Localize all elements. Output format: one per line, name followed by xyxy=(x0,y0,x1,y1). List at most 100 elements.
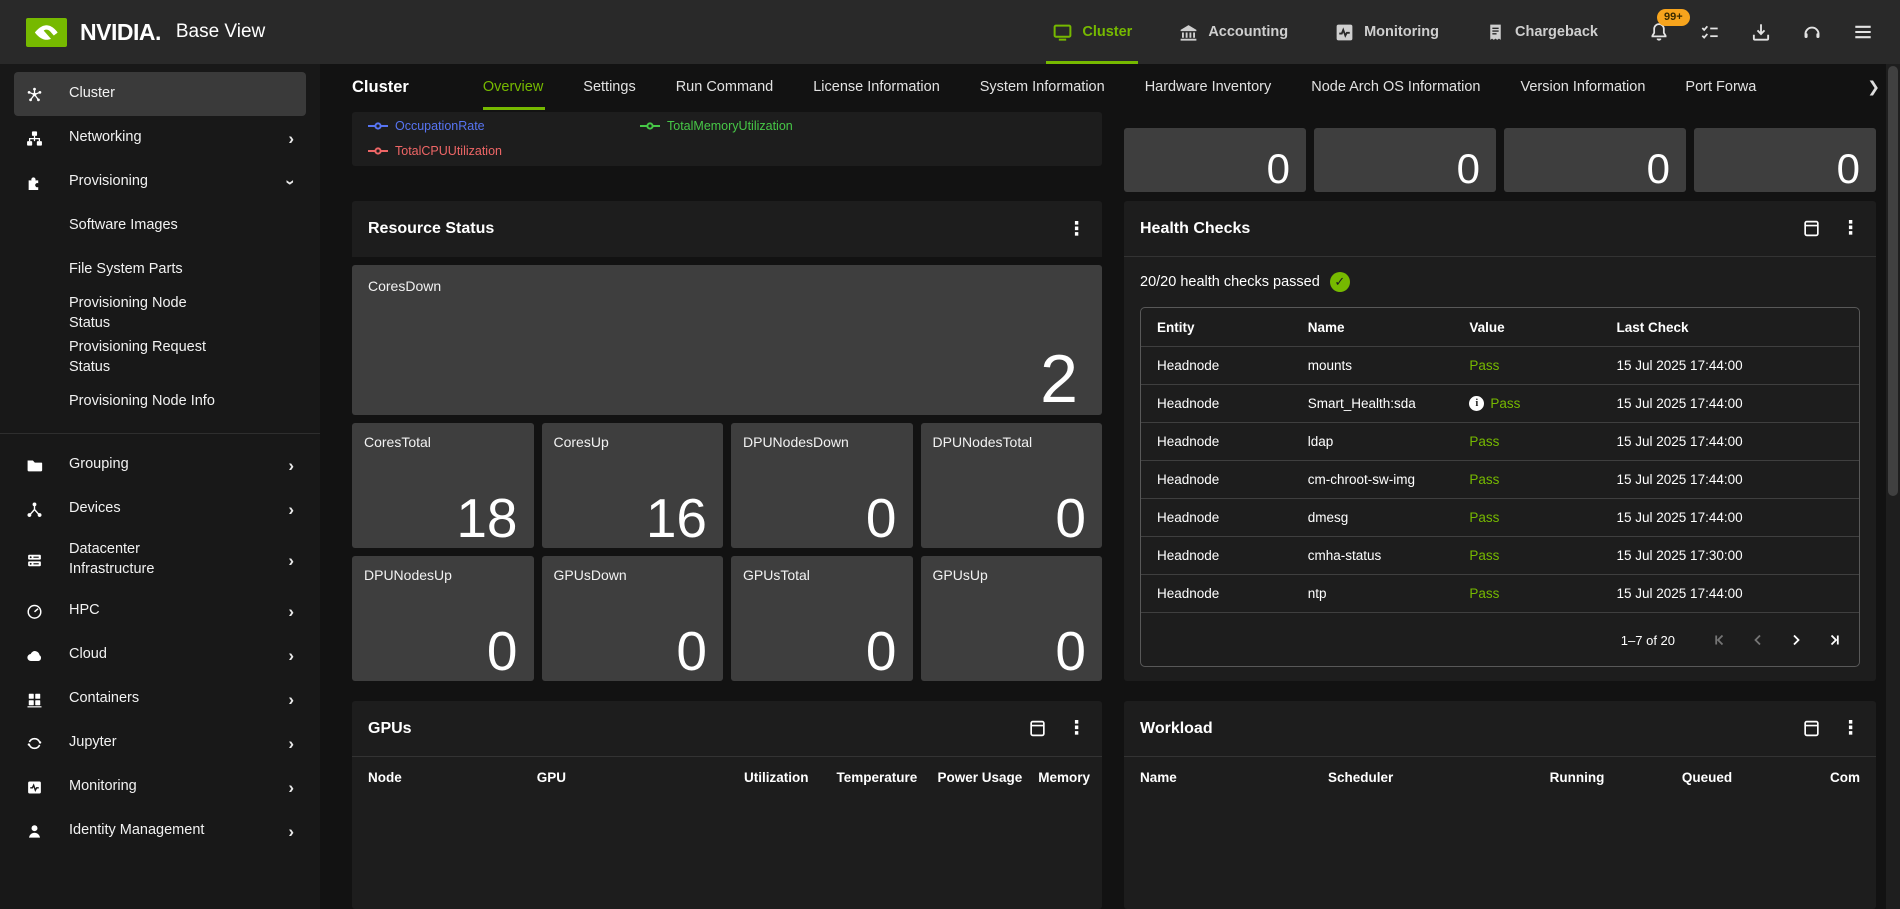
tasks-button[interactable] xyxy=(1699,21,1721,43)
sidebar-label: Networking xyxy=(69,128,142,148)
tile-corestotal[interactable]: CoresTotal 18 xyxy=(352,423,534,548)
topnav-item-chargeback[interactable]: Chargeback xyxy=(1485,0,1598,64)
table-row[interactable]: Headnode cm-chroot-sw-img Pass 15 Jul 20… xyxy=(1141,460,1859,498)
column-header-utilization[interactable]: Utilization xyxy=(723,770,824,785)
status-tiles-partial: 0 0 0 0 xyxy=(1124,128,1876,192)
kebab-icon[interactable]: ⋮ xyxy=(1841,219,1860,238)
bank-icon xyxy=(1178,22,1199,43)
legend-totalcpuutilization[interactable]: TotalCPUUtilization xyxy=(368,144,502,158)
kebab-icon[interactable]: ⋮ xyxy=(1067,220,1086,239)
tile-dpunodestotal[interactable]: DPUNodesTotal 0 xyxy=(921,423,1103,548)
tile-gpusup[interactable]: GPUsUp 0 xyxy=(921,556,1103,681)
sidebar-item-file-system-parts[interactable]: File System Parts xyxy=(14,248,306,292)
tab-overview[interactable]: Overview xyxy=(483,64,543,110)
sidebar-divider xyxy=(0,433,320,434)
legend-marker-icon xyxy=(368,146,388,156)
topnav-item-cluster[interactable]: Cluster xyxy=(1052,0,1132,64)
table-icon[interactable] xyxy=(1802,719,1821,738)
column-header-value[interactable]: Value xyxy=(1453,320,1600,335)
table-icon[interactable] xyxy=(1802,219,1821,238)
menu-button[interactable] xyxy=(1852,21,1874,43)
previous-page-icon[interactable] xyxy=(1743,625,1773,655)
table-row[interactable]: Headnode Smart_Health:sda iPass 15 Jul 2… xyxy=(1141,384,1859,422)
column-header-completed[interactable]: Com xyxy=(1748,770,1876,785)
column-header-power-usage[interactable]: Power Usage xyxy=(933,770,1038,785)
table-row[interactable]: Headnode mounts Pass 15 Jul 2025 17:44:0… xyxy=(1141,346,1859,384)
column-header-memory[interactable]: Memory xyxy=(1038,770,1102,785)
table-row[interactable]: Headnode dmesg Pass 15 Jul 2025 17:44:00 xyxy=(1141,498,1859,536)
table-row[interactable]: Headnode cmha-status Pass 15 Jul 2025 17… xyxy=(1141,536,1859,574)
sidebar-item-provisioning-node-info[interactable]: Provisioning Node Info xyxy=(14,380,306,424)
kebab-icon[interactable]: ⋮ xyxy=(1067,719,1086,738)
tabs-scroll-right-button[interactable]: ❯ xyxy=(1867,78,1880,96)
next-page-icon[interactable] xyxy=(1781,625,1811,655)
sidebar-item-provisioning-request-status[interactable]: Provisioning Request Status xyxy=(14,336,306,380)
sidebar-item-monitoring[interactable]: Monitoring › xyxy=(14,765,306,809)
status-tile[interactable]: 0 xyxy=(1694,128,1876,192)
tile-dpunodesup[interactable]: DPUNodesUp 0 xyxy=(352,556,534,681)
notifications-button[interactable]: 99+ xyxy=(1648,21,1670,43)
sidebar-item-containers[interactable]: Containers › xyxy=(14,677,306,721)
column-header-name[interactable]: Name xyxy=(1124,770,1312,785)
table-row[interactable]: Headnode ntp Pass 15 Jul 2025 17:44:00 xyxy=(1141,574,1859,612)
legend-totalmemoryutilization[interactable]: TotalMemoryUtilization xyxy=(640,119,793,133)
sidebar-item-datacenter-infrastructure[interactable]: Datacenter Infrastructure › xyxy=(14,531,306,589)
install-button[interactable] xyxy=(1750,21,1772,43)
status-tile[interactable]: 0 xyxy=(1314,128,1496,192)
top-navigation: Cluster Accounting Monit xyxy=(1052,0,1598,64)
sidebar-item-provisioning[interactable]: Provisioning › xyxy=(14,160,306,204)
tab-run-command[interactable]: Run Command xyxy=(676,64,774,110)
tile-gpustotal[interactable]: GPUsTotal 0 xyxy=(731,556,913,681)
column-header-temperature[interactable]: Temperature xyxy=(825,770,934,785)
kebab-icon[interactable]: ⋮ xyxy=(1841,719,1860,738)
tile-value: 0 xyxy=(1457,148,1480,190)
status-tile[interactable]: 0 xyxy=(1124,128,1306,192)
sidebar-item-identity-management[interactable]: Identity Management › xyxy=(14,809,306,853)
tab-system-information[interactable]: System Information xyxy=(980,64,1105,110)
column-header-last-check[interactable]: Last Check xyxy=(1601,320,1795,335)
info-icon[interactable]: i xyxy=(1469,396,1484,411)
sidebar-item-grouping[interactable]: Grouping › xyxy=(14,443,306,487)
chevron-right-icon: › xyxy=(288,691,294,708)
legend-marker-icon xyxy=(368,121,388,131)
tab-version-information[interactable]: Version Information xyxy=(1520,64,1645,110)
column-header-name[interactable]: Name xyxy=(1292,320,1454,335)
tab-port-forwarding[interactable]: Port Forwa xyxy=(1685,64,1756,110)
column-header-node[interactable]: Node xyxy=(352,770,521,785)
topnav-item-accounting[interactable]: Accounting xyxy=(1178,0,1288,64)
legend-occupationrate[interactable]: OccupationRate xyxy=(368,119,640,133)
sidebar-item-provisioning-node-status[interactable]: Provisioning Node Status xyxy=(14,292,306,336)
workload-column-headers: Name Scheduler Running Queued Com xyxy=(1124,757,1876,797)
column-header-gpu[interactable]: GPU xyxy=(521,770,724,785)
server-icon xyxy=(26,552,43,569)
tile-coresdown[interactable]: CoresDown 2 xyxy=(352,265,1102,415)
tab-hardware-inventory[interactable]: Hardware Inventory xyxy=(1145,64,1272,110)
tab-settings[interactable]: Settings xyxy=(583,64,635,110)
topnav-item-monitoring[interactable]: Monitoring xyxy=(1334,0,1439,64)
first-page-icon[interactable] xyxy=(1705,625,1735,655)
tile-dpunodesdown[interactable]: DPUNodesDown 0 xyxy=(731,423,913,548)
vertical-scrollbar[interactable] xyxy=(1886,64,1900,909)
status-tile[interactable]: 0 xyxy=(1504,128,1686,192)
sidebar-item-cluster[interactable]: Cluster xyxy=(14,72,306,116)
sidebar-item-jupyter[interactable]: Jupyter › xyxy=(14,721,306,765)
tab-license-information[interactable]: License Information xyxy=(813,64,940,110)
column-header-scheduler[interactable]: Scheduler xyxy=(1312,770,1477,785)
column-header-queued[interactable]: Queued xyxy=(1620,770,1748,785)
tile-gpusdown[interactable]: GPUsDown 0 xyxy=(542,556,724,681)
table-row[interactable]: Headnode ldap Pass 15 Jul 2025 17:44:00 xyxy=(1141,422,1859,460)
sidebar-item-hpc[interactable]: HPC › xyxy=(14,589,306,633)
sidebar-item-cloud[interactable]: Cloud › xyxy=(14,633,306,677)
scrollbar-thumb[interactable] xyxy=(1888,66,1898,496)
tile-value: 0 xyxy=(487,623,518,681)
column-header-entity[interactable]: Entity xyxy=(1141,320,1292,335)
column-header-running[interactable]: Running xyxy=(1477,770,1620,785)
sidebar-item-software-images[interactable]: Software Images xyxy=(14,204,306,248)
support-button[interactable] xyxy=(1801,21,1823,43)
last-page-icon[interactable] xyxy=(1819,625,1849,655)
sidebar-item-devices[interactable]: Devices › xyxy=(14,487,306,531)
tab-node-arch-os-information[interactable]: Node Arch OS Information xyxy=(1311,64,1480,110)
tile-coresup[interactable]: CoresUp 16 xyxy=(542,423,724,548)
sidebar-item-networking[interactable]: Networking › xyxy=(14,116,306,160)
table-icon[interactable] xyxy=(1028,719,1047,738)
